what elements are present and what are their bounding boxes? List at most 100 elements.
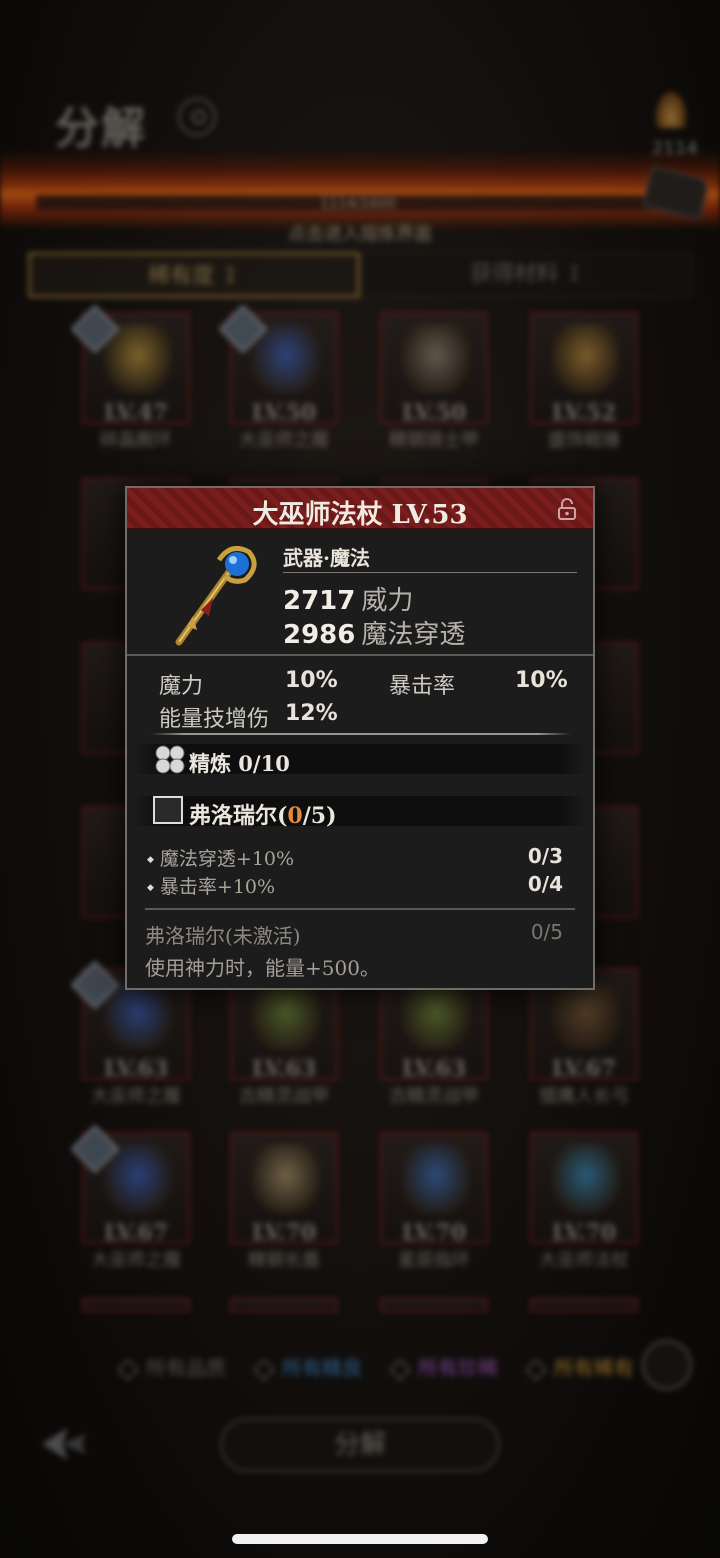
item-name: 大巫师之履 (91, 1086, 181, 1107)
filter-label: 所有品质 (146, 1356, 226, 1380)
item-title: 大巫师法杖 LV.53 (252, 500, 468, 530)
lock-icon[interactable] (557, 498, 577, 520)
sort-tab-rarity[interactable]: 稀有度 ↕ (28, 252, 360, 298)
set-bonus-label: 暴击率+10% (147, 872, 275, 899)
sub-stat-value: 10% (515, 668, 568, 693)
item-art-icon (402, 980, 470, 1050)
sub-stat-value: 10% (285, 668, 338, 693)
ornate-divider (151, 733, 571, 735)
search-icon[interactable] (178, 98, 216, 136)
staff-icon (175, 545, 257, 646)
checkbox-diamond-icon[interactable] (388, 1358, 412, 1381)
item-art-icon (402, 324, 470, 394)
stat-label: 魔法穿透 (361, 620, 466, 650)
set-emblem-icon (153, 796, 183, 824)
item-card[interactable]: LV.70 (230, 1132, 338, 1246)
item-level: LV.50 (401, 400, 467, 426)
item-level: LV.70 (251, 1220, 317, 1246)
set-inactive-value: 0/5 (530, 920, 563, 944)
item-art-icon (402, 1144, 470, 1214)
item-art-icon (252, 1144, 320, 1214)
item-category: 武器·魔法 (283, 546, 370, 570)
page-title: 分解 (55, 103, 147, 154)
item-name: 猎鹰人长弓 (539, 1086, 629, 1107)
item-level: LV.63 (401, 1056, 467, 1082)
item-name: 星辰指环 (398, 1250, 470, 1271)
filter-all-rare[interactable]: 所有稀有 (524, 1352, 634, 1381)
item-name: 古精灵战甲 (239, 1086, 329, 1107)
set-name-suffix: /5) (302, 803, 337, 829)
filter-all-quality[interactable]: 所有品质 (116, 1352, 226, 1381)
divider (283, 572, 577, 573)
item-level: LV.47 (103, 400, 169, 426)
sub-stat-value: 12% (285, 701, 338, 726)
checkbox-diamond-icon[interactable] (116, 1358, 140, 1381)
stat-value: 2986 (283, 620, 356, 650)
filter-all-fine[interactable]: 所有精良 (252, 1352, 362, 1381)
filter-settings-icon[interactable] (642, 1340, 692, 1390)
divider (145, 908, 575, 910)
fire-progress-banner (0, 150, 720, 230)
item-art-icon (552, 1144, 620, 1214)
item-art-icon (104, 1144, 172, 1214)
home-indicator[interactable] (232, 1534, 488, 1544)
item-level: LV.70 (401, 1220, 467, 1246)
item-card[interactable] (230, 1298, 338, 1312)
item-name: 盛饰戦锤 (548, 430, 620, 451)
filter-all-precious[interactable]: 所有珍稀 (388, 1352, 498, 1381)
item-name: 古精灵战甲 (389, 1086, 479, 1107)
filter-label: 所有精良 (282, 1356, 362, 1380)
item-art-icon (552, 324, 620, 394)
item-name: 大巫师法杖 (539, 1250, 629, 1271)
item-art-icon (104, 980, 172, 1050)
checkbox-diamond-icon[interactable] (524, 1358, 548, 1381)
set-bonus-value: 0/3 (527, 844, 563, 868)
sub-stat-label: 能量技增伤 (159, 707, 270, 732)
item-art-icon (252, 980, 320, 1050)
filter-label: 所有珍稀 (418, 1356, 498, 1380)
filter-row: 所有品质 所有精良 所有珍稀 所有稀有 (112, 1352, 712, 1388)
item-level: LV.63 (251, 1056, 317, 1082)
decompose-button[interactable]: 分解 (220, 1418, 500, 1472)
set-current-count: 0 (287, 803, 303, 829)
stat-value: 2717 (283, 586, 356, 616)
item-level: LV.52 (551, 400, 617, 426)
set-effect-description: 使用神力时，能量+500。 (145, 956, 380, 980)
checkbox-diamond-icon[interactable] (252, 1358, 276, 1381)
item-name: 大巫师之履 (91, 1250, 181, 1271)
item-name: 精钢骑士甲 (389, 430, 479, 451)
item-name: 精钢长盾 (248, 1250, 320, 1271)
set-bonus-label: 魔法穿透+10% (147, 844, 294, 871)
stat-label: 威力 (361, 586, 414, 616)
item-name: 碎晶腕环 (100, 430, 172, 451)
item-level: LV.70 (551, 1220, 617, 1246)
set-name-prefix: 弗洛瑞尔( (189, 803, 288, 829)
item-art-icon (104, 324, 172, 394)
refine-hexagon-icon (155, 745, 185, 774)
item-card[interactable] (82, 1298, 190, 1312)
item-level: LV.63 (103, 1056, 169, 1082)
item-card[interactable]: LV.50 (380, 312, 488, 426)
item-tooltip: 大巫师法杖 LV.53 武器·魔法 2717 威力 2986 魔法穿透 魔力 10%… (125, 486, 595, 990)
item-card[interactable]: LV.52 (530, 312, 638, 426)
sub-stat-label: 魔力 (159, 674, 204, 699)
back-arrow-icon[interactable] (38, 1424, 90, 1464)
sort-tab-materials[interactable]: 获得材料 ↕ (362, 252, 692, 298)
set-bonus-value: 0/4 (527, 872, 563, 896)
main-stat: 2986 魔法穿透 (283, 614, 465, 651)
fire-progress-value: 1114/1600 (320, 196, 396, 212)
item-art-icon (252, 324, 320, 394)
filter-label: 所有稀有 (554, 1356, 634, 1380)
item-card[interactable]: LV.70 (380, 1132, 488, 1246)
item-card[interactable] (380, 1298, 488, 1312)
fire-hint[interactable]: 点击进入熔炼界面 (0, 220, 720, 246)
item-level: LV.67 (103, 1220, 169, 1246)
item-card[interactable] (530, 1298, 638, 1312)
set-name: 弗洛瑞尔(0/5) (189, 798, 337, 830)
divider (127, 654, 593, 656)
main-stat: 2717 威力 (283, 580, 413, 617)
item-name: 大巫师之履 (239, 430, 329, 451)
refine-progress: 精炼 0/10 (189, 751, 290, 776)
item-card[interactable]: LV.70 (530, 1132, 638, 1246)
item-level: LV.67 (551, 1056, 617, 1082)
